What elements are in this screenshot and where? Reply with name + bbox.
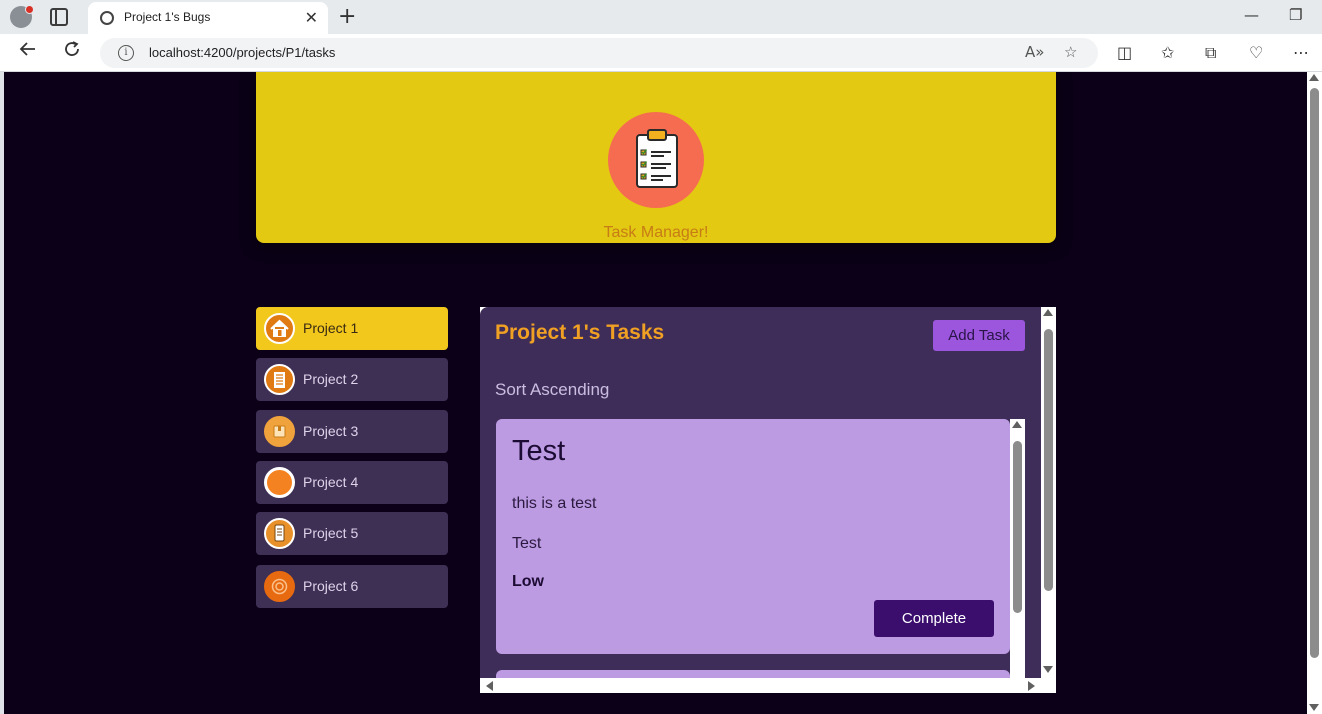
scroll-left-arrow-icon[interactable] [486, 681, 493, 691]
scroll-down-arrow-icon[interactable] [1043, 666, 1053, 673]
minimize-button[interactable]: — [1244, 6, 1259, 24]
new-tab-button[interactable]: + [338, 4, 356, 29]
back-button[interactable] [15, 40, 41, 66]
address-bar[interactable]: i localhost:4200/projects/P1/tasks A» ☆ [100, 38, 1098, 68]
task-priority: Low [512, 573, 544, 590]
sidebar-item-project-1[interactable]: Project 1 [256, 307, 448, 350]
scroll-right-arrow-icon[interactable] [1028, 681, 1035, 691]
profile-avatar-icon[interactable] [10, 5, 34, 28]
sidebar-item-label: Project 1 [303, 320, 359, 336]
browser-tab-bar: Project 1's Bugs ✕ + — ❐ [0, 0, 1322, 34]
favorites-icon[interactable]: ✩ [1161, 43, 1174, 62]
scroll-down-arrow-icon[interactable] [1309, 704, 1319, 711]
sidebar-item-label: Project 6 [303, 578, 359, 594]
sidebar-item-project-4[interactable]: Project 4 [256, 461, 448, 504]
sidebar-item-label: Project 5 [303, 525, 359, 541]
panel-title: Project 1's Tasks [495, 321, 665, 344]
phone-icon [264, 518, 295, 549]
header-banner: Task Manager! [256, 72, 1056, 243]
tasks-panel-content: Project 1's Tasks Add Task Sort Ascendin… [480, 307, 1041, 678]
scrollbar-thumb[interactable] [1013, 441, 1022, 613]
scroll-up-arrow-icon[interactable] [1012, 421, 1022, 428]
task-description: this is a test [512, 495, 597, 512]
task-list-scrollbar[interactable] [1010, 419, 1025, 678]
task-list: Test this is a test Test Low Complete [495, 419, 1025, 678]
scroll-up-arrow-icon[interactable] [1043, 309, 1053, 316]
favorite-star-icon[interactable]: ☆ [1064, 43, 1077, 61]
panel-horizontal-scrollbar[interactable] [480, 678, 1041, 693]
app-title: Task Manager! [603, 224, 709, 241]
sidebar-item-label: Project 2 [303, 371, 359, 387]
sidebar-item-project-3[interactable]: Project 3 [256, 410, 448, 453]
task-title: Test [512, 435, 566, 467]
home-icon [264, 313, 295, 344]
box-icon [264, 416, 295, 447]
page-viewport: Task Manager! Project 1 Project 2 Projec… [4, 72, 1307, 714]
tab-title: Project 1's Bugs [124, 10, 211, 24]
logo [608, 112, 704, 208]
split-screen-icon[interactable]: ◫ [1117, 43, 1132, 62]
tab-close-icon[interactable]: ✕ [305, 8, 318, 27]
complete-button[interactable]: Complete [874, 600, 994, 637]
panel-vertical-scrollbar[interactable] [1041, 307, 1056, 678]
url-text[interactable]: localhost:4200/projects/P1/tasks [149, 45, 335, 60]
tab-favicon-icon [100, 11, 114, 25]
sort-ascending-toggle[interactable]: Sort Ascending [495, 380, 609, 400]
tasks-panel: Project 1's Tasks Add Task Sort Ascendin… [480, 307, 1056, 693]
restore-button[interactable]: ❐ [1289, 6, 1302, 24]
task-card-next [496, 670, 1010, 678]
browser-essentials-icon[interactable]: ♡ [1249, 43, 1263, 62]
reload-icon [65, 41, 79, 56]
more-menu-icon[interactable]: ⋯ [1293, 43, 1309, 62]
clipboard-checklist-icon [636, 129, 678, 188]
sidebar-item-label: Project 4 [303, 474, 359, 490]
task-card: Test this is a test Test Low Complete [496, 419, 1010, 654]
scrollbar-thumb[interactable] [1044, 329, 1053, 591]
collections-icon[interactable]: ⧉ [1205, 43, 1216, 63]
scroll-up-arrow-icon[interactable] [1309, 74, 1319, 81]
target-icon [264, 571, 295, 602]
read-aloud-icon[interactable]: A» [1025, 43, 1044, 61]
task-tag: Test [512, 535, 542, 552]
address-toolbar: i localhost:4200/projects/P1/tasks A» ☆ … [0, 34, 1322, 72]
tab-actions-icon[interactable] [50, 8, 68, 26]
scrollbar-thumb[interactable] [1310, 88, 1319, 658]
sidebar-item-project-5[interactable]: Project 5 [256, 512, 448, 555]
sidebar-item-project-2[interactable]: Project 2 [256, 358, 448, 401]
circle-icon [264, 467, 295, 498]
building-icon [264, 364, 295, 395]
browser-tab[interactable]: Project 1's Bugs ✕ [88, 2, 328, 34]
sidebar-item-label: Project 3 [303, 423, 359, 439]
sidebar-item-project-6[interactable]: Project 6 [256, 565, 448, 608]
site-info-icon[interactable]: i [118, 45, 134, 61]
back-arrow-icon [19, 42, 35, 56]
add-task-button[interactable]: Add Task [933, 320, 1025, 351]
reload-button[interactable] [59, 40, 85, 66]
page-scrollbar[interactable] [1307, 72, 1322, 714]
